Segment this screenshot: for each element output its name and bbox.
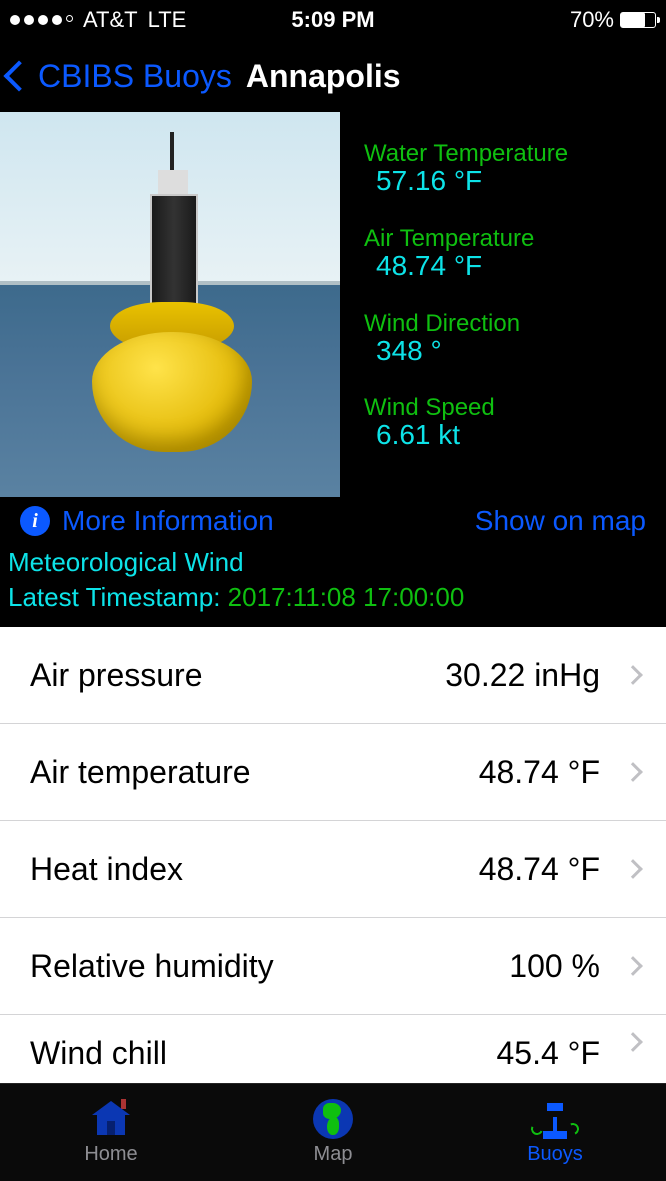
more-information-link[interactable]: More Information	[62, 505, 274, 537]
tab-bar: Home Map Buoys	[0, 1083, 666, 1181]
list-item-wind-chill[interactable]: Wind chill 45.4 °F	[0, 1015, 666, 1075]
tab-label: Home	[84, 1143, 137, 1166]
info-icon: i	[20, 506, 50, 536]
carrier-label: AT&T	[83, 7, 138, 33]
globe-icon	[311, 1099, 355, 1139]
signal-strength-icon	[10, 15, 73, 25]
tab-buoys[interactable]: Buoys	[444, 1084, 666, 1181]
status-right: 70%	[375, 7, 656, 33]
status-bar: AT&T LTE 5:09 PM 70%	[0, 0, 666, 40]
chevron-right-icon	[623, 956, 643, 976]
list-item-label: Relative humidity	[30, 948, 509, 985]
status-left: AT&T LTE	[10, 7, 291, 33]
stat-label: Wind Speed	[364, 396, 650, 420]
list-item-relative-humidity[interactable]: Relative humidity 100 %	[0, 918, 666, 1015]
tab-label: Map	[314, 1143, 353, 1166]
list-item-value: 30.22 inHg	[445, 657, 626, 694]
buoy-icon	[533, 1099, 577, 1139]
stat-label: Air Temperature	[364, 227, 650, 251]
stat-wind-speed: Wind Speed 6.61 kt	[364, 396, 650, 451]
list-item-label: Air temperature	[30, 754, 479, 791]
stat-water-temperature: Water Temperature 57.16 °F	[364, 142, 650, 197]
measurements-list[interactable]: Air pressure 30.22 inHg Air temperature …	[0, 627, 666, 1083]
chevron-right-icon	[623, 1032, 643, 1052]
page-title: Annapolis	[246, 58, 401, 95]
battery-icon	[620, 12, 656, 28]
buoy-photo	[0, 112, 340, 497]
list-item-value: 45.4 °F	[496, 1035, 626, 1072]
home-icon	[89, 1099, 133, 1139]
list-item-air-temperature[interactable]: Air temperature 48.74 °F	[0, 724, 666, 821]
back-label: CBIBS Buoys	[38, 58, 232, 95]
list-item-heat-index[interactable]: Heat index 48.74 °F	[0, 821, 666, 918]
stat-value: 48.74 °F	[364, 251, 650, 282]
list-item-label: Air pressure	[30, 657, 445, 694]
chevron-left-icon	[3, 60, 34, 91]
chevron-right-icon	[623, 762, 643, 782]
timestamp-label: Latest Timestamp:	[8, 582, 220, 612]
tab-home[interactable]: Home	[0, 1084, 222, 1181]
nav-bar: CBIBS Buoys Annapolis	[0, 40, 666, 112]
back-button[interactable]: CBIBS Buoys	[8, 58, 232, 95]
stat-value: 57.16 °F	[364, 166, 650, 197]
stat-label: Wind Direction	[364, 312, 650, 336]
stat-wind-direction: Wind Direction 348 °	[364, 312, 650, 367]
chevron-right-icon	[623, 859, 643, 879]
show-on-map-link[interactable]: Show on map	[475, 505, 646, 537]
list-item-value: 100 %	[509, 948, 626, 985]
stat-value: 6.61 kt	[364, 420, 650, 451]
stat-label: Water Temperature	[364, 142, 650, 166]
battery-percent: 70%	[570, 7, 614, 33]
network-label: LTE	[148, 7, 187, 33]
list-item-label: Wind chill	[30, 1035, 496, 1072]
hero-section: Water Temperature 57.16 °F Air Temperatu…	[0, 112, 666, 497]
list-item-value: 48.74 °F	[479, 851, 626, 888]
chevron-right-icon	[623, 665, 643, 685]
section-title: Meteorological Wind	[0, 541, 666, 580]
list-item-value: 48.74 °F	[479, 754, 626, 791]
link-row: i More Information Show on map	[0, 497, 666, 541]
timestamp-line: Latest Timestamp: 2017:11:08 17:00:00	[0, 580, 666, 627]
list-item-label: Heat index	[30, 851, 479, 888]
list-item-air-pressure[interactable]: Air pressure 30.22 inHg	[0, 627, 666, 724]
tab-label: Buoys	[527, 1143, 583, 1166]
stat-value: 348 °	[364, 336, 650, 367]
timestamp-value: 2017:11:08 17:00:00	[228, 582, 465, 612]
summary-stats: Water Temperature 57.16 °F Air Temperatu…	[340, 112, 666, 497]
tab-map[interactable]: Map	[222, 1084, 444, 1181]
status-time: 5:09 PM	[291, 7, 374, 33]
stat-air-temperature: Air Temperature 48.74 °F	[364, 227, 650, 282]
